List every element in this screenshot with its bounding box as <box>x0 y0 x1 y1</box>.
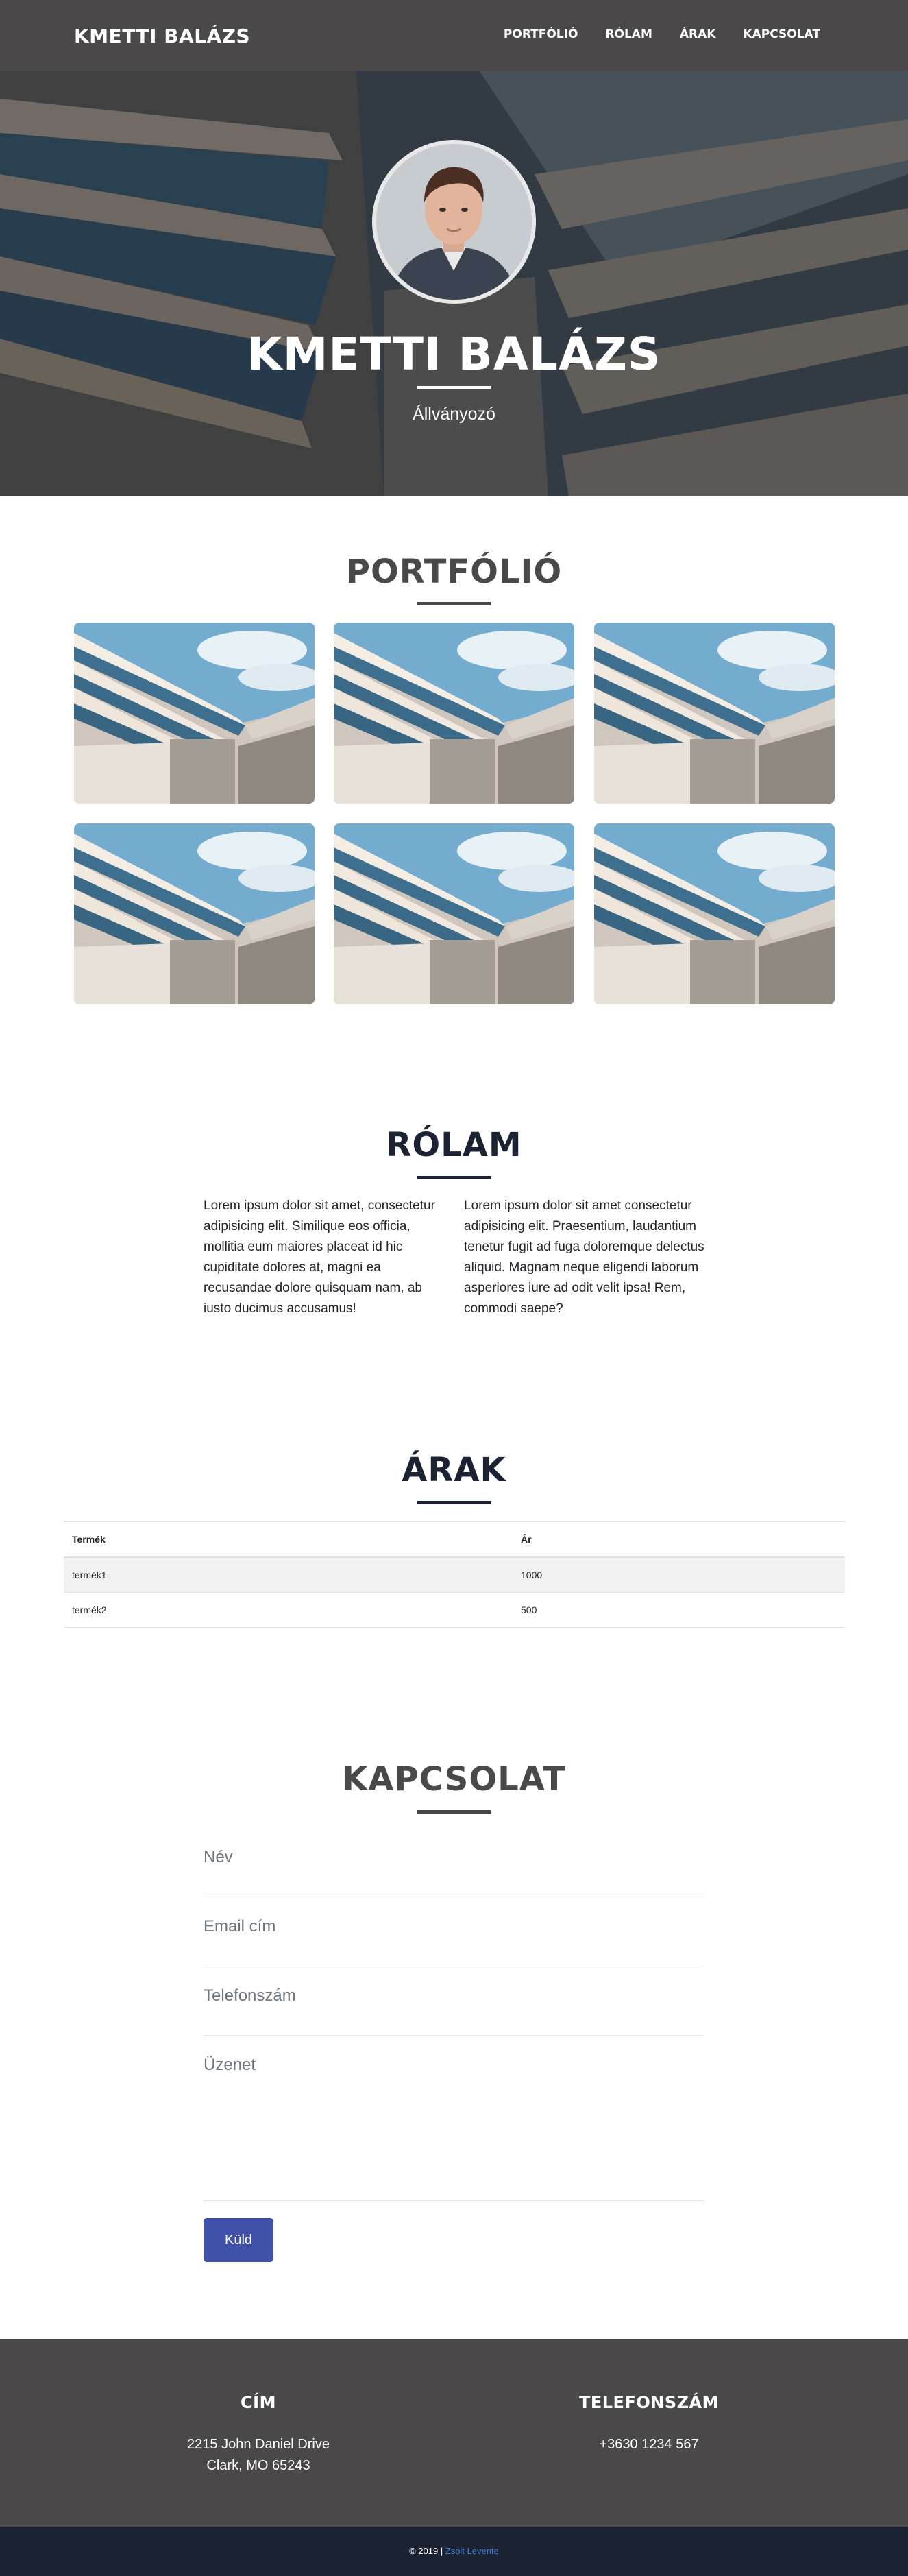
name-field-wrapper <box>204 1848 704 1897</box>
portfolio-item[interactable] <box>594 623 835 804</box>
hero-divider <box>417 386 491 389</box>
column-header-product: Termék <box>64 1521 513 1558</box>
about-divider <box>417 1176 491 1179</box>
address-title: CÍM <box>241 2393 276 2412</box>
address-line-1: 2215 John Daniel Drive <box>187 2437 330 2452</box>
nav-link-prices[interactable]: ÁRAK <box>680 27 716 41</box>
nav-link-about[interactable]: RÓLAM <box>605 27 652 41</box>
portfolio-image <box>74 623 315 804</box>
prices-table: Termék Ár termék1 1000 termék2 500 <box>64 1521 845 1628</box>
footer-address: CÍM 2215 John Daniel Drive Clark, MO 652… <box>87 2393 430 2477</box>
portfolio-item[interactable] <box>334 623 574 804</box>
hero-section: KMETTI BALÁZS Állványozó <box>0 71 908 496</box>
portfolio-item[interactable] <box>74 823 315 1004</box>
footer: CÍM 2215 John Daniel Drive Clark, MO 652… <box>0 2339 908 2527</box>
portfolio-title: PORTFÓLIÓ <box>345 553 563 591</box>
email-field-wrapper <box>204 1917 704 1966</box>
price-cell: 1000 <box>513 1557 845 1593</box>
table-row: termék2 500 <box>64 1592 845 1628</box>
about-text-left: Lorem ipsum dolor sit amet, consectetur … <box>204 1199 435 1316</box>
phone-title: TELEFONSZÁM <box>579 2393 719 2412</box>
product-cell: termék1 <box>64 1557 513 1593</box>
message-textarea[interactable] <box>204 2056 704 2200</box>
phone-field-wrapper <box>204 1986 704 2036</box>
about-text-right: Lorem ipsum dolor sit amet consectetur a… <box>464 1199 704 1316</box>
portfolio-image <box>74 823 315 1004</box>
nav-link-contact[interactable]: KAPCSOLAT <box>743 27 820 41</box>
column-header-price: Ár <box>513 1521 845 1558</box>
address-line-2: Clark, MO 65243 <box>206 2458 310 2473</box>
table-row: termék1 1000 <box>64 1557 845 1593</box>
about-title: RÓLAM <box>386 1126 522 1164</box>
footer-phone: TELEFONSZÁM +3630 1234 567 <box>478 2393 820 2455</box>
product-cell: termék2 <box>64 1592 513 1628</box>
portfolio-item[interactable] <box>74 623 315 804</box>
copyright-bar: © 2019 | Zsolt Levente <box>0 2527 908 2576</box>
author-link[interactable]: Zsolt Levente <box>445 2546 499 2556</box>
hero-title: KMETTI BALÁZS <box>247 328 661 381</box>
send-button[interactable]: Küld <box>204 2218 273 2262</box>
portfolio-item[interactable] <box>334 823 574 1004</box>
nav-link-portfolio[interactable]: PORTFÓLIÓ <box>504 27 578 41</box>
phone-number: +3630 1234 567 <box>599 2437 699 2452</box>
phone-input[interactable] <box>204 1986 704 2006</box>
hero-subtitle: Állványozó <box>413 405 495 424</box>
navbar: KMETTI BALÁZS PORTFÓLIÓ RÓLAM ÁRAK KAPCS… <box>0 0 908 71</box>
message-field-wrapper <box>204 2056 704 2201</box>
name-input[interactable] <box>204 1848 704 1867</box>
portfolio-divider <box>417 602 491 605</box>
copyright-text: © 2019 | <box>409 2546 443 2556</box>
avatar <box>372 140 536 304</box>
prices-title: ÁRAK <box>402 1451 506 1489</box>
brand-link[interactable]: KMETTI BALÁZS <box>74 25 250 47</box>
price-cell: 500 <box>513 1592 845 1628</box>
portfolio-item[interactable] <box>594 823 835 1004</box>
portfolio-image <box>334 623 574 804</box>
avatar-portrait <box>376 144 532 300</box>
portfolio-image <box>594 823 835 1004</box>
nav-links: PORTFÓLIÓ RÓLAM ÁRAK KAPCSOLAT <box>504 27 820 41</box>
table-header-row: Termék Ár <box>64 1521 845 1558</box>
contact-title: KAPCSOLAT <box>342 1760 566 1798</box>
portfolio-image <box>594 623 835 804</box>
portfolio-image <box>334 823 574 1004</box>
prices-divider <box>417 1501 491 1504</box>
email-input[interactable] <box>204 1917 704 1936</box>
contact-divider <box>417 1810 491 1814</box>
